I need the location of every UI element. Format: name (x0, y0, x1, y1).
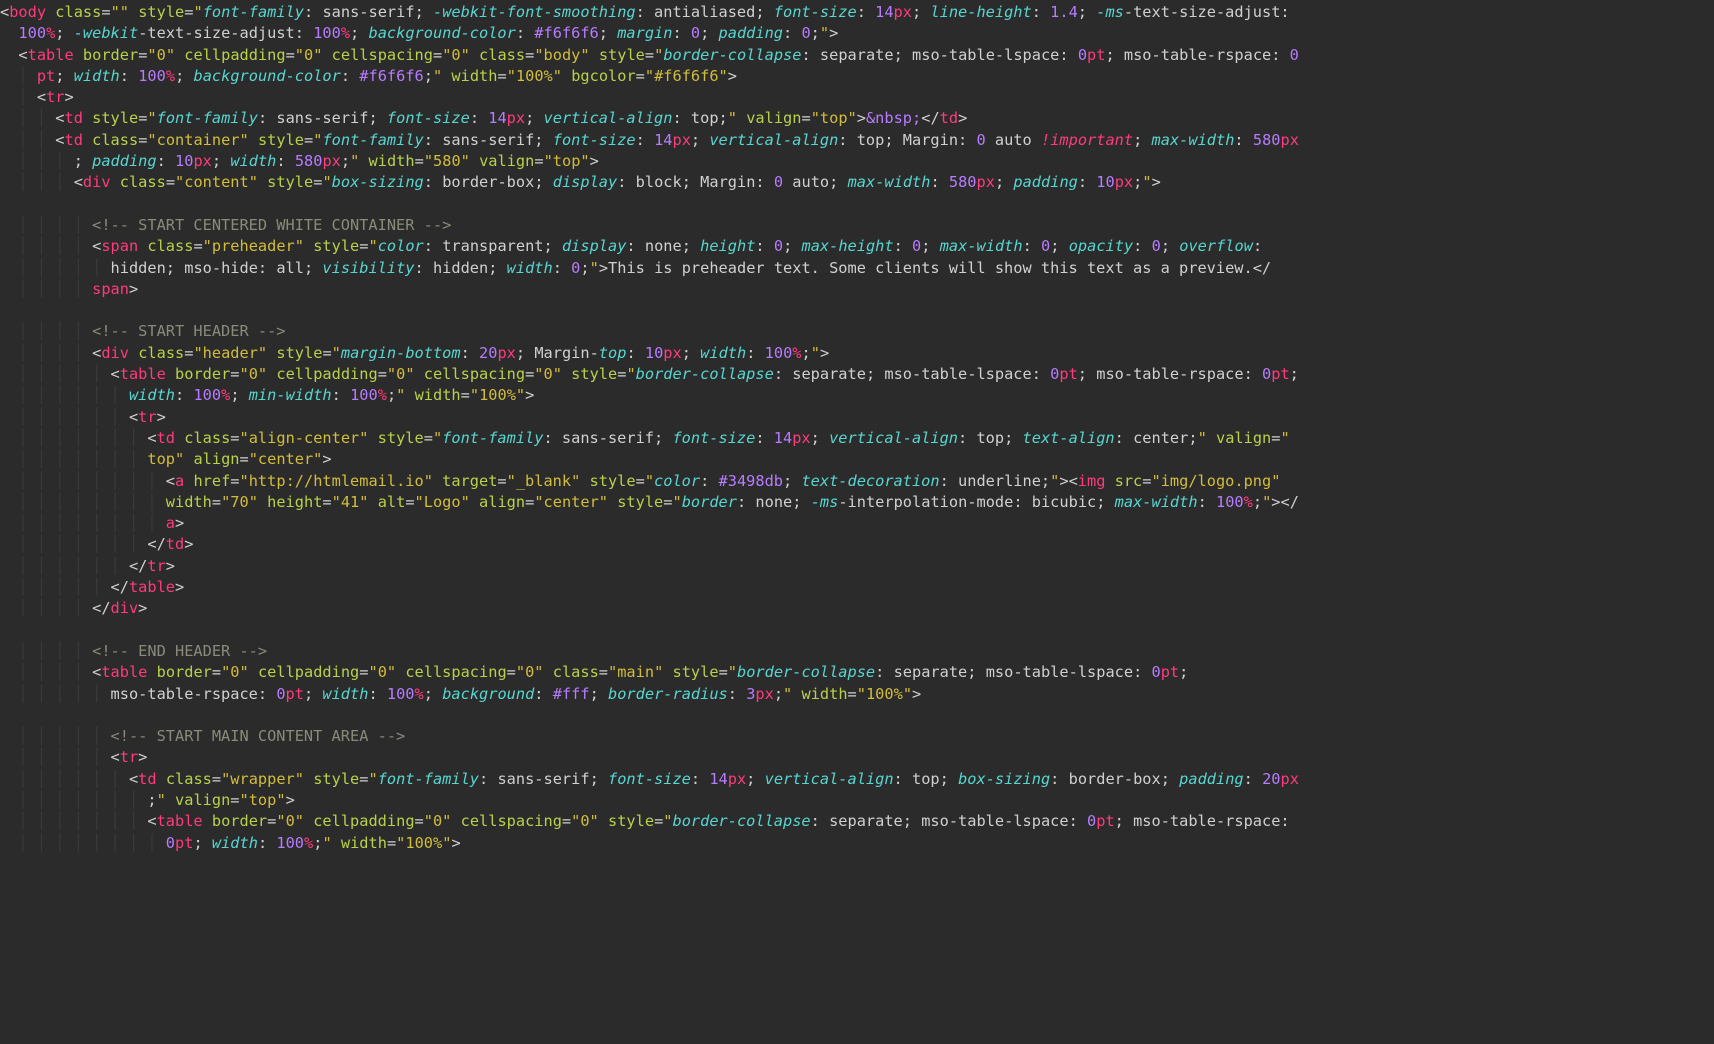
code-editor[interactable]: <body class="" style="font-family: sans-… (0, 0, 1714, 854)
